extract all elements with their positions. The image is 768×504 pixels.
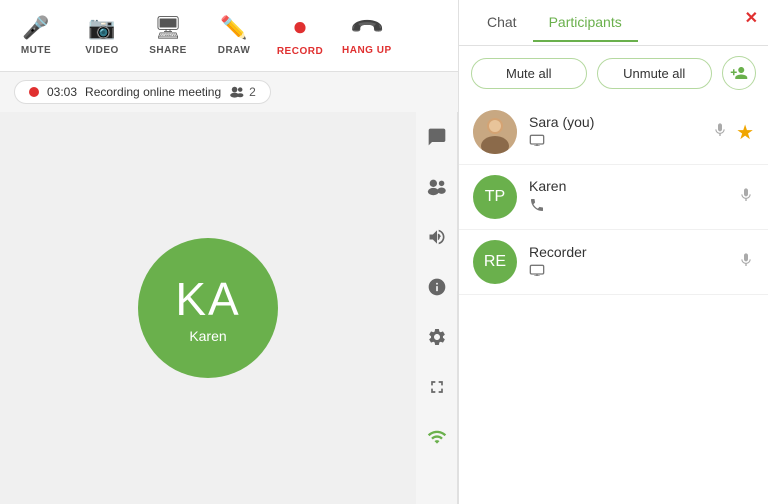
share-label: SHARE [149, 45, 187, 56]
karen-mic-icon [738, 185, 754, 210]
sara-info: Sara (you) [529, 114, 700, 150]
recording-people: 2 [229, 85, 256, 99]
karen-avatar: TP [473, 175, 517, 219]
video-area: KA Karen [0, 112, 416, 504]
main-avatar: KA Karen [138, 238, 278, 378]
draw-icon: ✏️ [220, 15, 247, 41]
recorder-avatar: RE [473, 240, 517, 284]
sidebar-fullscreen-icon[interactable] [422, 372, 452, 402]
mute-all-button[interactable]: Mute all [471, 58, 587, 89]
share-button[interactable]: 🖥 SHARE [144, 15, 192, 56]
recorder-controls [738, 250, 754, 275]
video-icon: 📷 [88, 15, 115, 41]
karen-status [529, 197, 726, 217]
share-icon: 🖥 [154, 15, 182, 41]
record-icon: ⏺ [294, 14, 306, 42]
right-panel: Chat Participants ✕ Mute all Unmute all [458, 0, 768, 504]
sara-controls: ★ [712, 120, 754, 145]
sara-mic-icon [712, 120, 728, 145]
karen-controls [738, 185, 754, 210]
monitor-icon-2 [529, 264, 545, 276]
mute-icon: 🎤 [22, 15, 49, 41]
participant-list: Sara (you) ★ TP Karen [459, 100, 768, 504]
tab-participants[interactable]: Participants [533, 4, 638, 42]
sidebar-info-icon[interactable] [422, 272, 452, 302]
avatar-name: Karen [189, 328, 226, 344]
hangup-icon: 📞 [348, 9, 386, 47]
add-participant-button[interactable] [722, 56, 756, 90]
mute-button[interactable]: 🎤 MUTE [12, 15, 60, 56]
sara-photo [473, 110, 517, 154]
draw-button[interactable]: ✏️ DRAW [210, 15, 258, 56]
sidebar-wifi-icon[interactable] [422, 422, 452, 452]
sidebar-chat-icon[interactable] [422, 122, 452, 152]
sara-status [529, 133, 700, 150]
karen-info: Karen [529, 178, 726, 217]
participant-karen: TP Karen [459, 165, 768, 230]
people-icon [229, 86, 245, 98]
video-label: VIDEO [85, 45, 119, 56]
participant-recorder: RE Recorder [459, 230, 768, 295]
tabs-bar: Chat Participants ✕ [459, 0, 768, 46]
tab-chat[interactable]: Chat [471, 4, 533, 42]
sara-name: Sara (you) [529, 114, 700, 130]
recorder-status [529, 263, 726, 280]
unmute-all-button[interactable]: Unmute all [597, 58, 713, 89]
monitor-icon [529, 134, 545, 146]
hangup-button[interactable]: 📞 HANG UP [342, 15, 392, 56]
avatar-initials: KA [175, 272, 240, 326]
recording-bar: 03:03 Recording online meeting 2 [14, 80, 271, 104]
record-label: RECORD [277, 46, 323, 57]
karen-name: Karen [529, 178, 726, 194]
close-button[interactable]: ✕ [745, 8, 758, 28]
video-button[interactable]: 📷 VIDEO [78, 15, 126, 56]
sara-avatar [473, 110, 517, 154]
hangup-label: HANG UP [342, 45, 392, 56]
people-count: 2 [249, 85, 256, 99]
sara-star: ★ [736, 120, 754, 145]
sidebar-participants-icon[interactable] [422, 172, 452, 202]
recording-dot [29, 87, 39, 97]
participant-sara: Sara (you) ★ [459, 100, 768, 165]
left-panel: 🎤 MUTE 📷 VIDEO 🖥 SHARE ✏️ DRAW ⏺ RECORD … [0, 0, 458, 504]
participants-actions: Mute all Unmute all [459, 46, 768, 100]
sidebar-settings-icon[interactable] [422, 322, 452, 352]
sidebar-megaphone-icon[interactable] [422, 222, 452, 252]
sidebar-icons [416, 112, 458, 504]
recorder-mic-icon [738, 250, 754, 275]
recording-timer: 03:03 [47, 85, 77, 99]
recording-label: Recording online meeting [85, 85, 221, 99]
recorder-name: Recorder [529, 244, 726, 260]
phone-icon [529, 197, 545, 213]
recorder-info: Recorder [529, 244, 726, 280]
toolbar: 🎤 MUTE 📷 VIDEO 🖥 SHARE ✏️ DRAW ⏺ RECORD … [0, 0, 458, 72]
add-person-icon [730, 64, 748, 82]
record-button[interactable]: ⏺ RECORD [276, 14, 324, 57]
mute-label: MUTE [21, 45, 51, 56]
draw-label: DRAW [218, 45, 251, 56]
